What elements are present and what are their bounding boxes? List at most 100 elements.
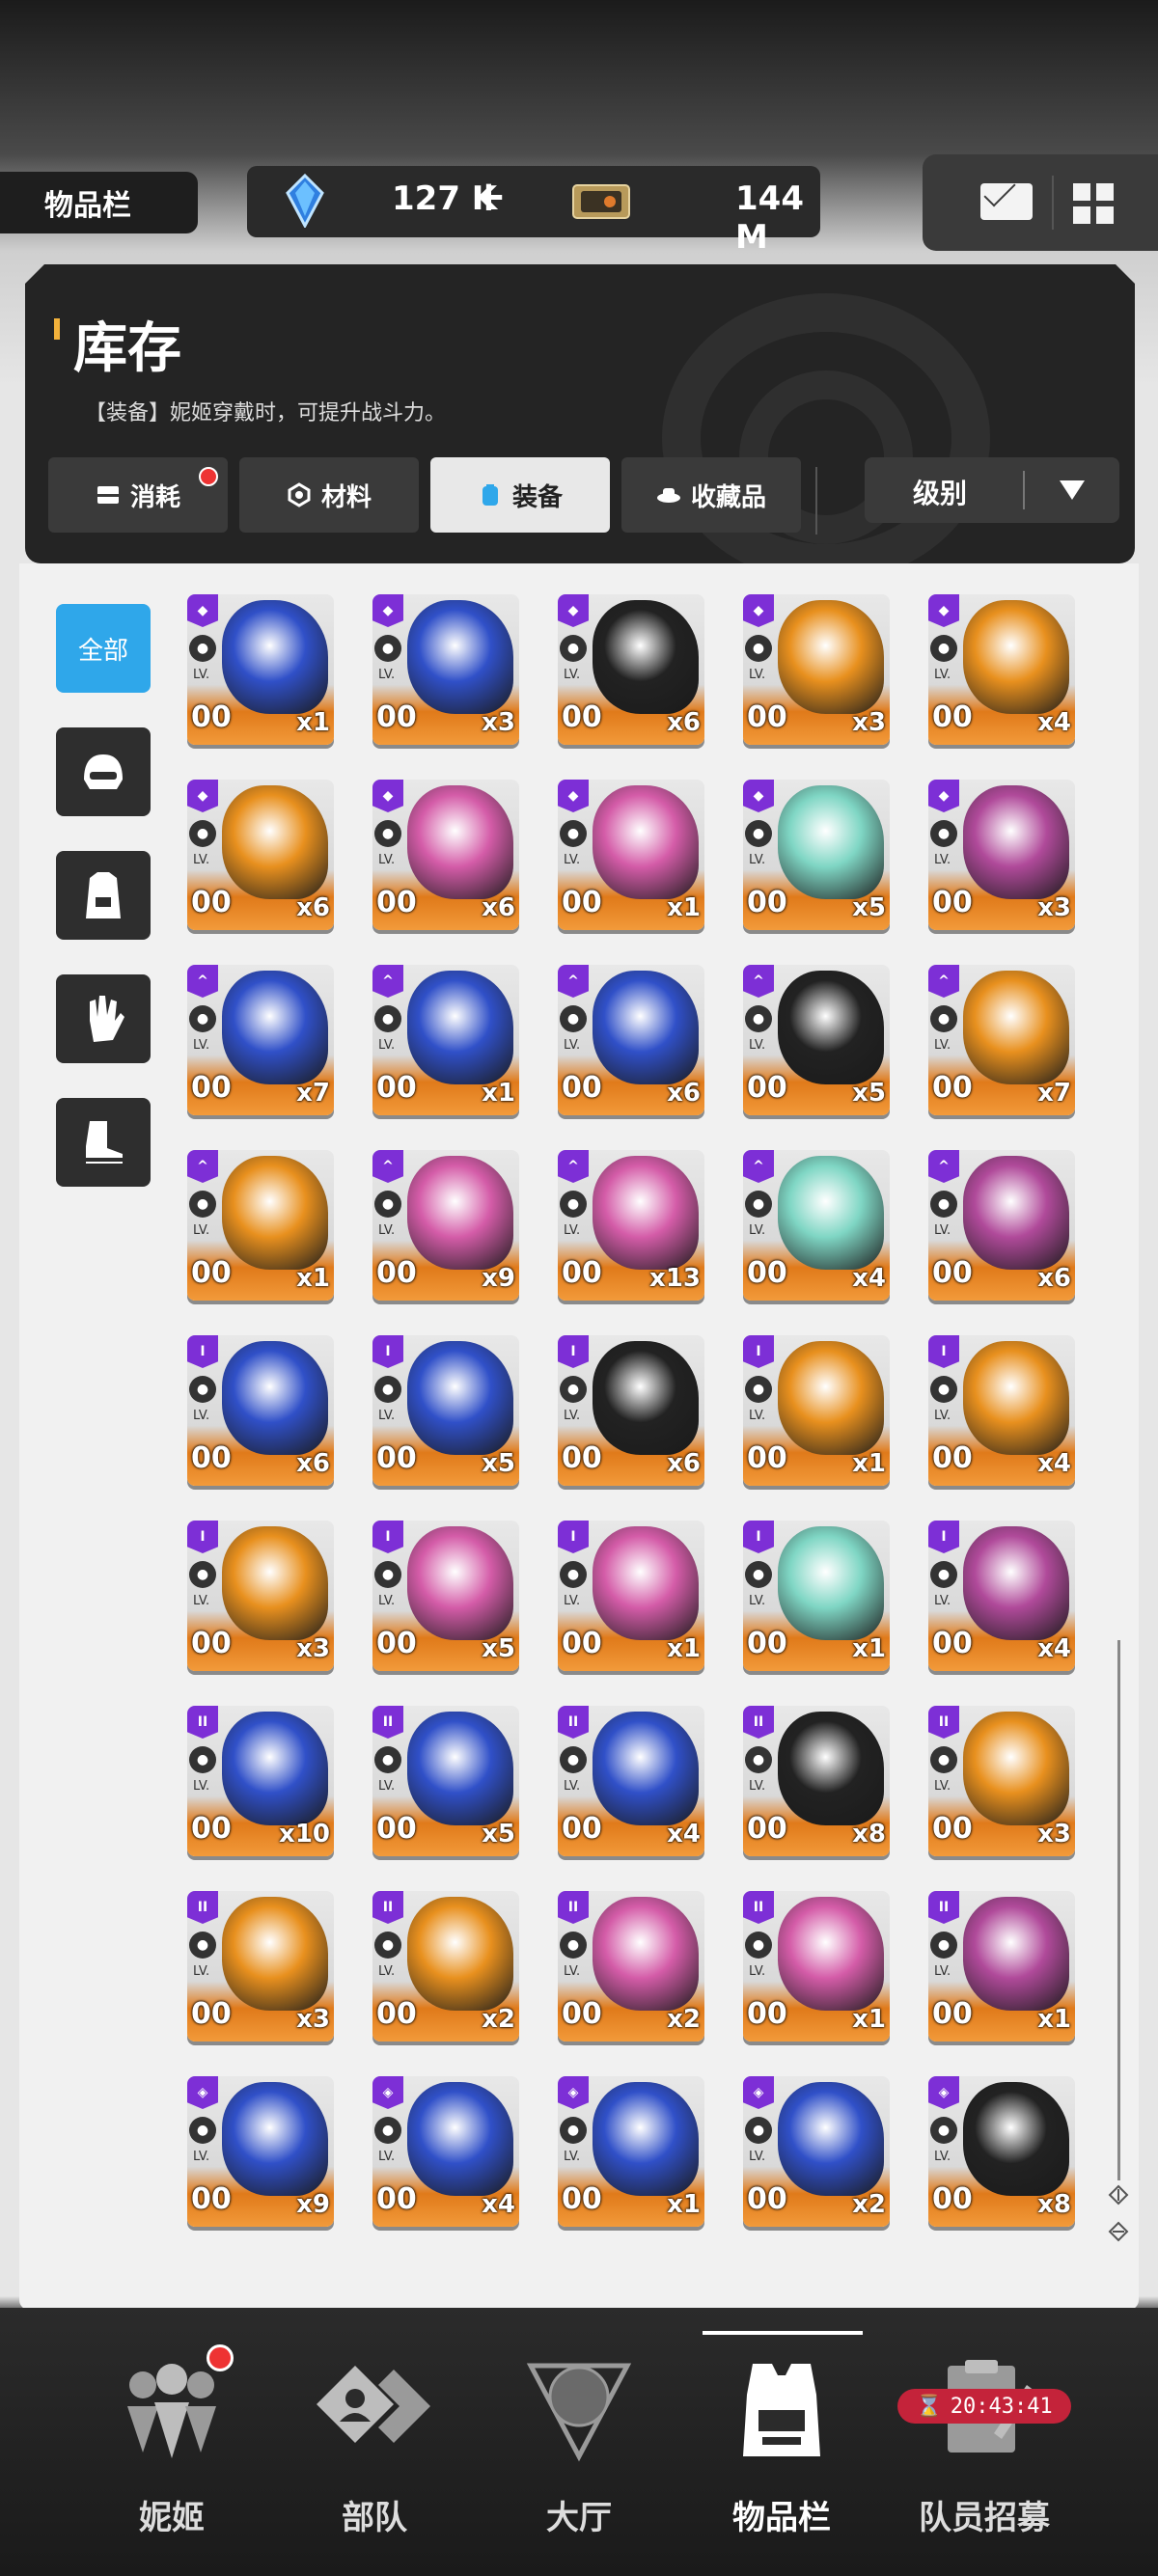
rarity-badge: ◈	[743, 2076, 774, 2109]
filter-boots[interactable]	[56, 1098, 151, 1187]
equipment-item[interactable]: ^ ● LV. 00 x7	[928, 965, 1075, 1115]
equipment-item[interactable]: I ● LV. 00 x1	[558, 1521, 704, 1671]
gem-plus-button[interactable]: +	[471, 172, 507, 221]
equipment-art	[407, 1712, 513, 1825]
equipment-item[interactable]: I ● LV. 00 x3	[187, 1521, 334, 1671]
manufacturer-icon: ●	[560, 1932, 587, 1959]
equipment-art	[593, 1712, 699, 1825]
level-label: LV.	[934, 1964, 951, 1979]
equipment-item[interactable]: ◆ ● LV. 00 x6	[558, 594, 704, 745]
rarity-badge: ◈	[558, 2076, 589, 2109]
equipment-item[interactable]: ^ ● LV. 00 x1	[372, 965, 519, 1115]
level-label: LV.	[193, 1779, 210, 1794]
equipment-item[interactable]: ^ ● LV. 00 x13	[558, 1150, 704, 1301]
equipment-item[interactable]: I ● LV. 00 x5	[372, 1335, 519, 1486]
nav-recruit[interactable]: 队员招募	[888, 2346, 1081, 2539]
level-value: 00	[562, 1256, 602, 1290]
equipment-item[interactable]: ◆ ● LV. 00 x4	[928, 594, 1075, 745]
filter-armor[interactable]	[56, 851, 151, 940]
equipment-item[interactable]: ^ ● LV. 00 x4	[743, 1150, 890, 1301]
manufacturer-icon: ●	[374, 1932, 401, 1959]
nav-nikke[interactable]: 妮姬	[75, 2346, 268, 2539]
equipment-item[interactable]: ◈ ● LV. 00 x8	[928, 2076, 1075, 2227]
equipment-item[interactable]: II ● LV. 00 x1	[743, 1891, 890, 2042]
equipment-item[interactable]: II ● LV. 00 x4	[558, 1706, 704, 1856]
page-title: 库存	[73, 317, 181, 380]
scroll-down-icon[interactable]	[1108, 2221, 1129, 2242]
equipment-item[interactable]: ^ ● LV. 00 x5	[743, 965, 890, 1115]
equipment-item[interactable]: ◆ ● LV. 00 x1	[187, 594, 334, 745]
equipment-item[interactable]: ◆ ● LV. 00 x3	[372, 594, 519, 745]
tab-equipment[interactable]: 装备	[430, 457, 610, 533]
equipment-item[interactable]: ◆ ● LV. 00 x3	[928, 780, 1075, 930]
consumable-icon	[96, 486, 119, 504]
equipment-item[interactable]: ^ ● LV. 00 x9	[372, 1150, 519, 1301]
equipment-item[interactable]: ◆ ● LV. 00 x5	[743, 780, 890, 930]
equipment-item[interactable]: ◆ ● LV. 00 x6	[372, 780, 519, 930]
level-value: 00	[747, 700, 787, 734]
equipment-item[interactable]: ◈ ● LV. 00 x9	[187, 2076, 334, 2227]
level-label: LV.	[749, 1409, 766, 1423]
equipment-item[interactable]: ◈ ● LV. 00 x1	[558, 2076, 704, 2227]
equipment-item[interactable]: II ● LV. 00 x1	[928, 1891, 1075, 2042]
level-label: LV.	[934, 1594, 951, 1608]
equipment-item[interactable]: II ● LV. 00 x3	[187, 1891, 334, 2042]
equipment-item[interactable]: ◆ ● LV. 00 x3	[743, 594, 890, 745]
manufacturer-icon: ●	[560, 1005, 587, 1032]
filter-helmet[interactable]	[56, 727, 151, 816]
equipment-art	[222, 785, 328, 899]
equipment-item[interactable]: I ● LV. 00 x1	[743, 1521, 890, 1671]
level-value: 00	[747, 2182, 787, 2216]
rarity-badge: I	[187, 1521, 218, 1553]
equipment-item[interactable]: I ● LV. 00 x6	[187, 1335, 334, 1486]
equipment-item[interactable]: II ● LV. 00 x3	[928, 1706, 1075, 1856]
mail-icon[interactable]	[980, 183, 1033, 220]
manufacturer-icon: ●	[930, 2117, 957, 2144]
scrollbar[interactable]	[1117, 1640, 1120, 2180]
tab-consumable[interactable]: 消耗	[48, 457, 228, 533]
nav-squad[interactable]: 部队	[278, 2346, 471, 2539]
equipment-item[interactable]: II ● LV. 00 x2	[372, 1891, 519, 2042]
equipment-item[interactable]: II ● LV. 00 x5	[372, 1706, 519, 1856]
tab-collection[interactable]: 收藏品	[621, 457, 801, 533]
equipment-item[interactable]: ◆ ● LV. 00 x1	[558, 780, 704, 930]
menu-grid-icon[interactable]	[1073, 183, 1114, 224]
equipment-item[interactable]: ◈ ● LV. 00 x4	[372, 2076, 519, 2227]
level-label: LV.	[193, 1594, 210, 1608]
filter-all[interactable]: 全部	[56, 604, 151, 693]
filter-gloves[interactable]	[56, 974, 151, 1063]
manufacturer-icon: ●	[930, 635, 957, 662]
equipment-item[interactable]: ^ ● LV. 00 x6	[928, 1150, 1075, 1301]
equipment-item[interactable]: ◆ ● LV. 00 x6	[187, 780, 334, 930]
equipment-art	[593, 2082, 699, 2196]
equipment-item[interactable]: I ● LV. 00 x1	[743, 1335, 890, 1486]
equipment-item[interactable]: II ● LV. 00 x2	[558, 1891, 704, 2042]
equipment-item[interactable]: I ● LV. 00 x5	[372, 1521, 519, 1671]
nav-lobby[interactable]: 大厅	[482, 2346, 676, 2539]
equipment-item[interactable]: ◈ ● LV. 00 x2	[743, 2076, 890, 2227]
item-quantity: x2	[482, 2005, 515, 2034]
level-value: 00	[747, 1997, 787, 2031]
equipment-item[interactable]: ^ ● LV. 00 x6	[558, 965, 704, 1115]
scroll-up-icon[interactable]	[1108, 2184, 1129, 2206]
equipment-item[interactable]: I ● LV. 00 x4	[928, 1521, 1075, 1671]
equipment-item[interactable]: I ● LV. 00 x6	[558, 1335, 704, 1486]
item-quantity: x10	[279, 1820, 330, 1849]
divider	[1052, 176, 1054, 230]
nav-label: 队员招募	[919, 2499, 1050, 2537]
equipment-item[interactable]: ^ ● LV. 00 x1	[187, 1150, 334, 1301]
equipment-art	[407, 971, 513, 1084]
rarity-badge: I	[372, 1521, 403, 1553]
tab-material[interactable]: 材料	[239, 457, 419, 533]
nav-inventory[interactable]: 物品栏	[685, 2346, 878, 2539]
sort-dropdown[interactable]: 级别	[865, 457, 1119, 523]
level-label: LV.	[193, 1409, 210, 1423]
rarity-badge: ◈	[372, 2076, 403, 2109]
item-quantity: x1	[1037, 2005, 1071, 2034]
equipment-item[interactable]: II ● LV. 00 x8	[743, 1706, 890, 1856]
equipment-item[interactable]: ^ ● LV. 00 x7	[187, 965, 334, 1115]
equipment-item[interactable]: I ● LV. 00 x4	[928, 1335, 1075, 1486]
level-value: 00	[747, 1812, 787, 1846]
rarity-badge: ^	[928, 1150, 959, 1183]
equipment-item[interactable]: II ● LV. 00 x10	[187, 1706, 334, 1856]
